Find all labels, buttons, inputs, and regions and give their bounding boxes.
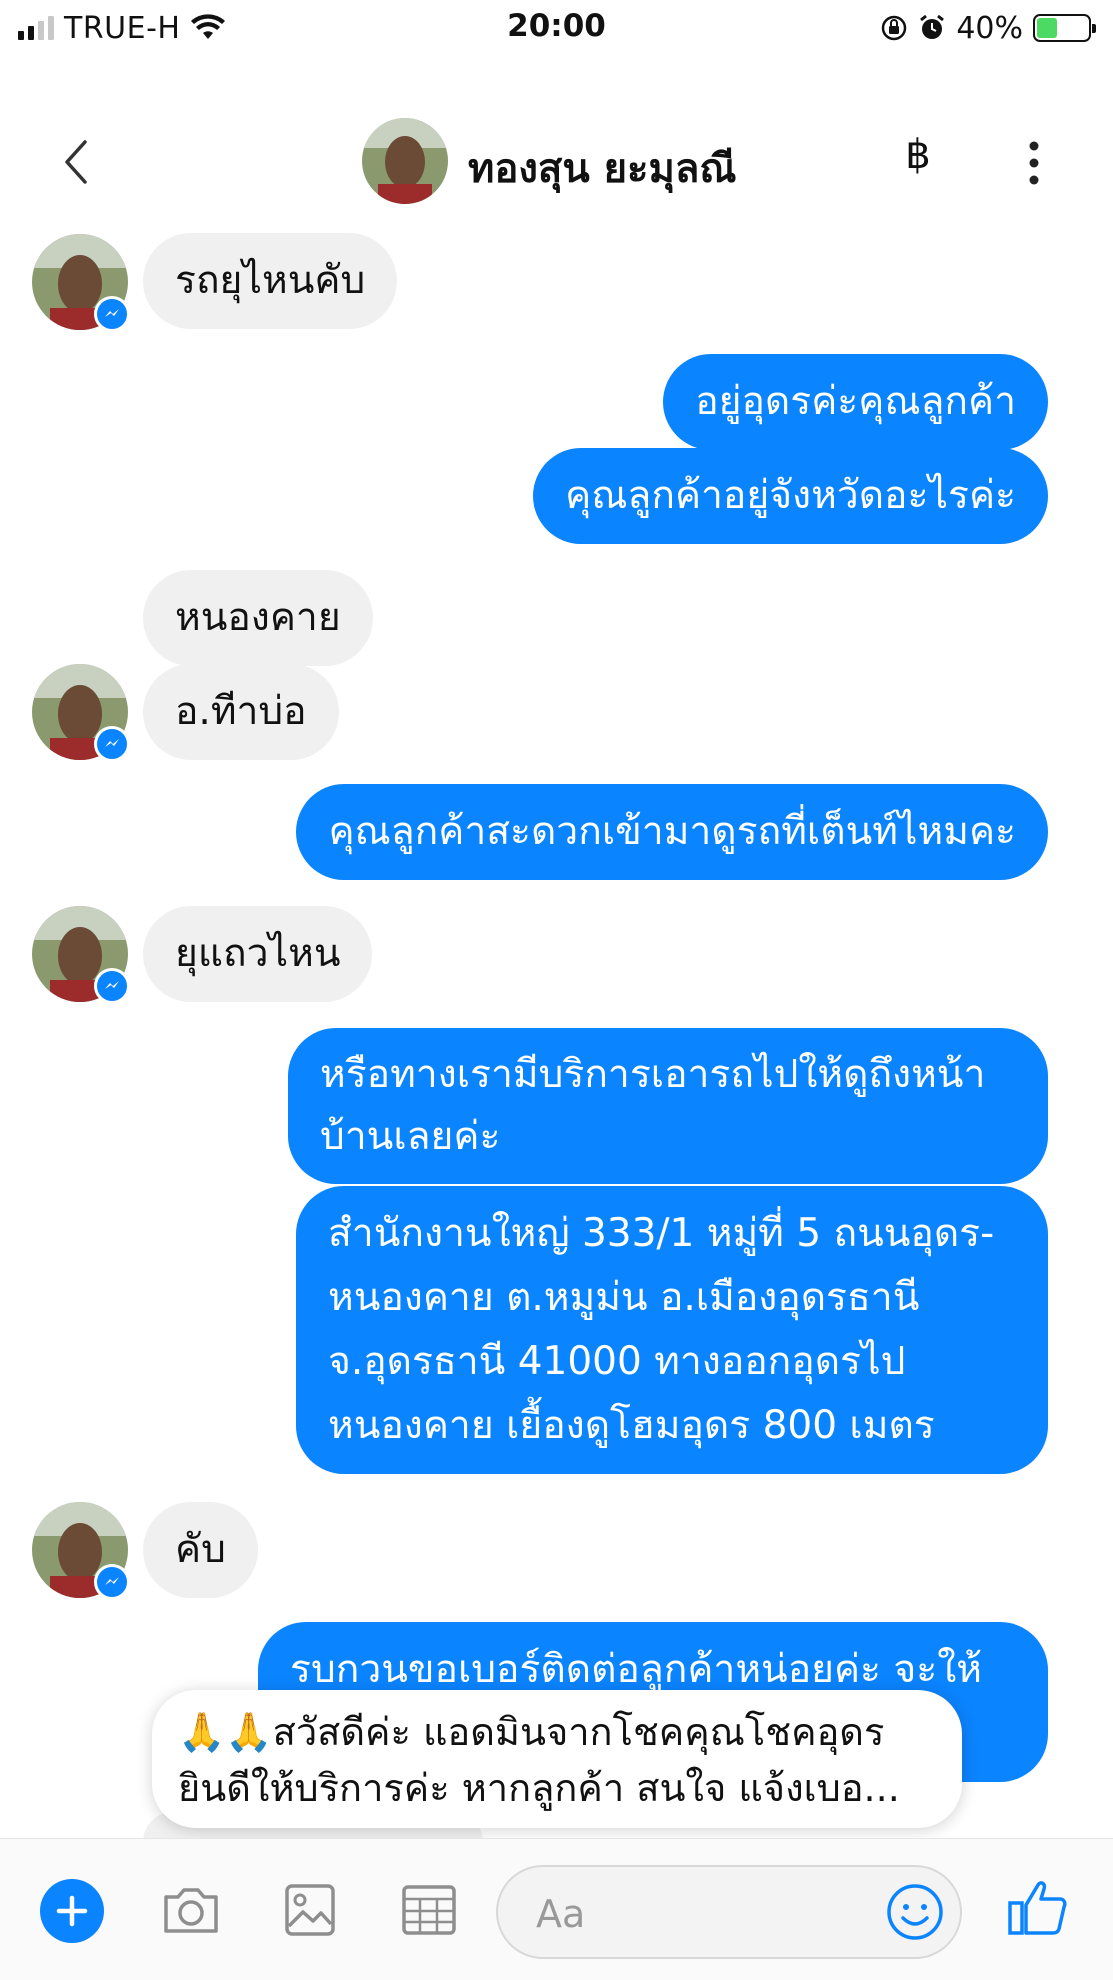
gallery-icon[interactable] bbox=[277, 1877, 343, 1943]
alarm-icon bbox=[920, 14, 945, 39]
avatar[interactable] bbox=[32, 1502, 130, 1600]
message-bubble-incoming[interactable]: หนองคาย bbox=[143, 570, 373, 666]
popup-line-1: 🙏🙏สวัสดีค่ะ แอดมินจากโชคคุณโชคอุดร bbox=[178, 1710, 885, 1754]
message-bubble-outgoing[interactable]: หรือทางเรามีบริการเอารถไปให้ดูถึงหน้าบ้า… bbox=[288, 1028, 1048, 1184]
popup-line-2: ยินดีให้บริการค่ะ หากลูกค้า สนใจ แจ้งเบอ… bbox=[178, 1766, 900, 1810]
message-preview-popup[interactable]: 🙏🙏สวัสดีค่ะ แอดมินจากโชคคุณโชคอุดร ยินดี… bbox=[152, 1690, 962, 1828]
battery-fill bbox=[1037, 18, 1057, 38]
battery-charging-icon bbox=[1033, 14, 1096, 42]
message-input-container[interactable] bbox=[496, 1865, 962, 1959]
messenger-badge-icon bbox=[94, 726, 130, 762]
message-bubble-outgoing[interactable]: อยู่อุดรค่ะคุณลูกค้า bbox=[663, 354, 1048, 450]
messenger-badge-icon bbox=[94, 968, 130, 1004]
message-bubble-incoming[interactable]: อ.ทีาบ่อ bbox=[143, 664, 339, 760]
sticker-icon[interactable] bbox=[396, 1877, 462, 1943]
status-right: 40% bbox=[880, 10, 1096, 46]
message-bubble-incoming[interactable]: คับ bbox=[143, 1502, 258, 1598]
message-bubble-outgoing[interactable]: คุณลูกค้าสะดวกเข้ามาดูรถที่เต็นท์ไหมคะ bbox=[296, 784, 1048, 880]
like-icon[interactable] bbox=[1006, 1875, 1070, 1939]
status-bar: TRUE-H 20:00 40% bbox=[0, 0, 1113, 56]
baht-icon[interactable]: ฿ bbox=[898, 132, 938, 178]
camera-icon[interactable] bbox=[158, 1877, 224, 1943]
back-icon[interactable] bbox=[55, 134, 99, 190]
messenger-badge-icon bbox=[94, 296, 130, 332]
avatar[interactable] bbox=[32, 906, 130, 1004]
message-bubble-incoming[interactable]: ยุแถวไหน bbox=[143, 906, 373, 1002]
avatar[interactable] bbox=[32, 664, 130, 762]
more-icon[interactable] bbox=[1024, 138, 1044, 188]
plus-icon[interactable] bbox=[40, 1879, 104, 1943]
composer-bar bbox=[0, 1838, 1113, 1980]
avatar-image bbox=[362, 118, 448, 204]
battery-percent: 40% bbox=[956, 10, 1023, 46]
messenger-badge-icon bbox=[94, 1564, 130, 1600]
message-input[interactable] bbox=[536, 1887, 836, 1941]
avatar[interactable] bbox=[362, 118, 448, 204]
message-bubble-outgoing[interactable]: คุณลูกค้าอยู่จังหวัดอะไรค่ะ bbox=[533, 448, 1048, 544]
contact-name[interactable]: ทองสุน ยะมุลณี bbox=[468, 136, 737, 200]
conversation-header: ทองสุน ยะมุลณี ฿ bbox=[0, 100, 1113, 220]
message-bubble-outgoing[interactable]: สำนักงานใหญ่ 333/1 หมู่ที่ 5 ถนนอุดร-หนอ… bbox=[296, 1186, 1048, 1474]
emoji-icon[interactable] bbox=[884, 1881, 946, 1943]
message-bubble-incoming[interactable]: รถยุไหนคับ bbox=[143, 233, 398, 329]
avatar[interactable] bbox=[32, 234, 130, 332]
orientation-lock-icon bbox=[882, 15, 907, 41]
